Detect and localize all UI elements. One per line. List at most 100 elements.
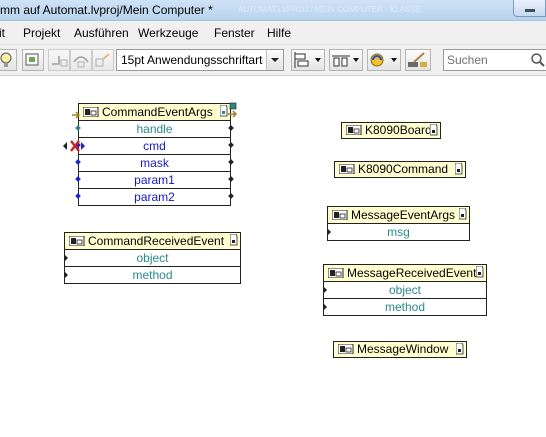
highlight-execution-button[interactable] <box>0 49 17 71</box>
class-icon <box>83 107 99 117</box>
field-name: param2 <box>134 190 175 204</box>
distribute-icon <box>332 55 350 67</box>
reorder-icon <box>370 53 384 67</box>
step-into-icon <box>52 56 68 67</box>
field-row[interactable]: object <box>324 282 486 299</box>
reorder-button[interactable] <box>367 49 401 71</box>
input-pin <box>75 176 81 182</box>
connector-tag-icon <box>459 208 467 220</box>
connector-tag-icon <box>230 234 238 246</box>
font-select-value: 15pt Anwendungsschriftart <box>121 53 263 67</box>
class-icon <box>332 210 348 220</box>
menu-item-hilfe[interactable]: Hilfe <box>267 26 291 40</box>
field-row[interactable]: handle <box>75 121 234 138</box>
field-row[interactable]: object <box>65 250 240 267</box>
class-icon <box>339 164 355 174</box>
output-pin <box>228 193 234 199</box>
step-out-button[interactable] <box>92 49 114 71</box>
step-into-button[interactable] <box>48 49 70 71</box>
connector-tag-icon <box>430 124 438 136</box>
class-name: MessageWindow <box>357 342 449 356</box>
class-node-k8090-command[interactable]: K8090Command <box>334 161 466 178</box>
search-input[interactable] <box>447 52 527 68</box>
field-name: method <box>384 300 426 314</box>
class-node-command-received-event[interactable]: CommandReceivedEvent object method <box>64 232 241 284</box>
field-name: mask <box>140 156 169 170</box>
search-box[interactable] <box>443 49 546 71</box>
class-header: CommandEventArgs <box>79 104 230 121</box>
class-header: MessageEventArgs <box>328 207 469 224</box>
class-node-message-window[interactable]: MessageWindow <box>333 341 467 358</box>
field-row[interactable]: method <box>65 267 240 284</box>
window-title: mm auf Automat.lvproj/Mein Computer * <box>0 3 213 17</box>
connector-tag-icon <box>455 163 463 175</box>
menu-item-edit[interactable]: it <box>0 26 5 40</box>
minimize-button[interactable] <box>513 0 546 17</box>
titlebar-ghost-text: AUTOMAT.LVPROJ / MEIN COMPUTER - KLASSE <box>238 5 422 14</box>
field-name: msg <box>387 225 410 239</box>
class-icon <box>338 344 354 354</box>
toolbar: 15pt Anwendungsschriftart <box>0 45 546 76</box>
class-node-k8090-board[interactable]: K8090Board <box>341 122 441 139</box>
input-pin <box>324 304 327 310</box>
class-name: K8090Board <box>365 123 432 137</box>
distribute-objects-button[interactable] <box>329 49 363 71</box>
input-pin <box>65 272 68 278</box>
field-name: method <box>132 268 173 282</box>
connector-arrow-icon <box>228 102 238 118</box>
cleanup-diagram-button[interactable] <box>405 49 431 71</box>
class-header: CommandReceivedEvent <box>65 233 240 250</box>
menu-bar: it Projekt Ausführen Werkzeuge Fenster H… <box>0 21 546 45</box>
class-node-message-event-args[interactable]: MessageEventArgs msg <box>327 206 470 241</box>
chevron-down-icon <box>353 58 359 62</box>
input-pin <box>328 229 331 235</box>
class-node-message-received-event[interactable]: MessageReceivedEvent object method <box>323 264 487 316</box>
chevron-down-icon <box>315 58 321 62</box>
class-header: MessageWindow <box>334 342 466 357</box>
input-pin <box>75 125 81 131</box>
class-name: CommandEventArgs <box>102 105 213 119</box>
cleanup-brush-icon <box>408 52 427 67</box>
menu-item-fenster[interactable]: Fenster <box>214 26 255 40</box>
class-name: MessageEventArgs <box>351 208 456 222</box>
lightbulb-icon <box>0 52 12 67</box>
menu-item-ausfuehren[interactable]: Ausführen <box>74 26 129 40</box>
chevron-down-icon <box>391 58 397 62</box>
field-row[interactable]: cmd <box>75 138 234 155</box>
font-select[interactable]: 15pt Anwendungsschriftart <box>116 49 284 71</box>
class-name: CommandReceivedEvent <box>88 234 225 248</box>
class-icon <box>69 236 85 246</box>
menu-item-projekt[interactable]: Projekt <box>23 26 60 40</box>
class-hierarchy-canvas[interactable]: CommandEventArgs handle cmd mask param1 <box>0 77 546 437</box>
class-node-command-event-args[interactable]: CommandEventArgs handle cmd mask param1 <box>75 103 234 206</box>
retain-wire-values-button[interactable] <box>22 49 44 71</box>
input-pin <box>75 159 81 165</box>
chevron-down-icon <box>266 50 283 70</box>
field-row[interactable]: param2 <box>75 189 234 206</box>
input-pin <box>65 255 68 261</box>
field-name: object <box>136 251 169 265</box>
field-row[interactable]: method <box>324 299 486 316</box>
class-header: K8090Board <box>342 123 440 138</box>
field-row[interactable]: msg <box>328 224 469 241</box>
field-name: param1 <box>134 173 175 187</box>
output-pin <box>228 142 234 148</box>
class-icon <box>328 268 344 278</box>
align-objects-button[interactable] <box>291 49 325 71</box>
connector-tag-icon <box>476 266 484 278</box>
step-over-icon <box>73 56 89 68</box>
search-icon[interactable] <box>530 52 546 68</box>
step-over-button[interactable] <box>70 49 92 71</box>
connector-arrow-icon <box>72 111 81 119</box>
class-name: K8090Command <box>358 162 449 176</box>
field-row[interactable]: mask <box>75 155 234 172</box>
field-name: cmd <box>143 139 166 153</box>
step-out-icon <box>95 53 110 67</box>
output-pin <box>228 176 234 182</box>
field-row[interactable]: param1 <box>75 172 234 189</box>
class-name: MessageReceivedEvent <box>347 266 477 280</box>
menu-item-werkzeuge[interactable]: Werkzeuge <box>138 26 198 40</box>
class-header: MessageReceivedEvent <box>324 265 486 282</box>
error-x-icon[interactable] <box>62 140 86 152</box>
field-name: object <box>388 283 422 297</box>
